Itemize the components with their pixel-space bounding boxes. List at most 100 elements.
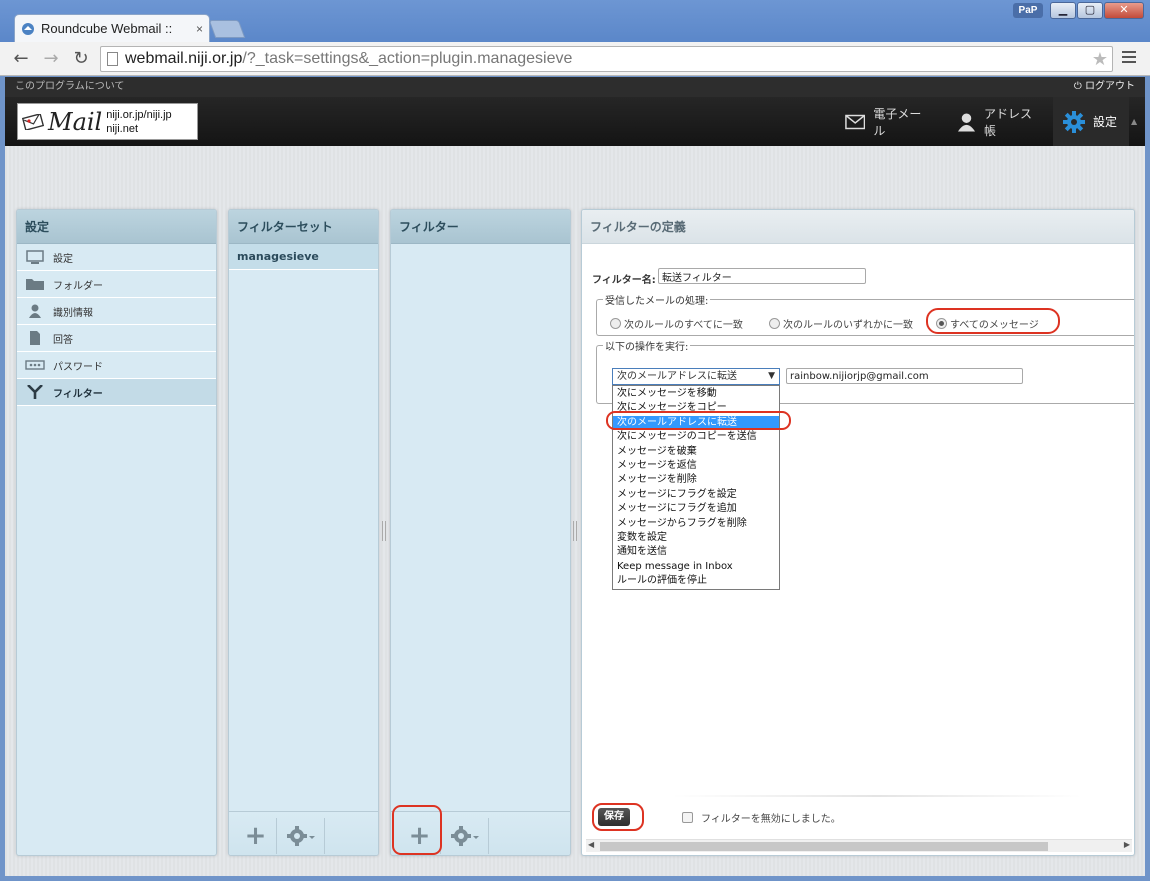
mail-icon <box>845 114 866 129</box>
annotation-ring-add-filter <box>392 805 442 855</box>
action-option[interactable]: メッセージを破棄 <box>613 445 779 459</box>
match-any-rule-option[interactable]: 次のルールのいずれかに一致 <box>769 316 913 331</box>
action-option[interactable]: 次にメッセージを移動 <box>613 387 779 401</box>
settings-item-label: フォルダー <box>53 280 103 292</box>
logo-domain-1: niji.or.jp/niji.jp <box>106 108 172 121</box>
add-filter-set-button[interactable]: + <box>235 818 277 854</box>
disable-filter-label: フィルターを無効にしました。 <box>701 814 841 825</box>
match-option-label: 次のルールのすべてに一致 <box>624 320 743 331</box>
browser-menu-icon[interactable] <box>1122 51 1136 66</box>
about-link[interactable]: このプログラムについて <box>15 77 124 97</box>
scroll-left-icon[interactable]: ◀ <box>588 840 594 849</box>
folder-icon <box>26 279 44 290</box>
filter-set-item[interactable]: managesieve <box>229 244 378 270</box>
close-window-button[interactable]: ✕ <box>1104 2 1144 19</box>
horizontal-scrollbar[interactable]: ◀ ▶ <box>586 839 1132 852</box>
scrollbar-thumb[interactable] <box>600 842 1048 851</box>
bookmark-star-icon[interactable]: ★ <box>1092 47 1108 71</box>
tab-close-icon[interactable]: × <box>196 22 203 36</box>
nav-mail-label: 電子メール <box>873 106 922 138</box>
logo-word: Mail <box>48 107 103 136</box>
form-footer-divider <box>672 795 1082 797</box>
browser-tab[interactable]: Roundcube Webmail :: × <box>14 14 210 42</box>
settings-item-filters[interactable]: フィルター <box>17 379 216 406</box>
radio-button[interactable] <box>769 318 780 329</box>
action-option[interactable]: 次にメッセージのコピーを送信 <box>613 430 779 444</box>
filter-set-actions-button[interactable] <box>277 818 325 854</box>
person-icon <box>29 304 41 318</box>
splitter-handle[interactable] <box>573 521 577 541</box>
filter-sets-panel: フィルターセット managesieve + <box>228 209 379 856</box>
filter-name-label: フィルター名: <box>592 275 656 286</box>
settings-item-label: 設定 <box>53 253 73 265</box>
settings-item-label: パスワード <box>53 361 103 373</box>
envelope-logo-icon <box>22 113 44 130</box>
match-all-rules-option[interactable]: 次のルールのすべてに一致 <box>610 316 743 331</box>
gear-icon <box>286 826 315 846</box>
forward-address-input[interactable] <box>786 368 1023 384</box>
action-option[interactable]: 通知を送信 <box>613 545 779 559</box>
filter-sets-footer: + <box>229 811 378 855</box>
power-icon: ⏻ <box>1073 81 1085 92</box>
password-icon <box>25 360 45 370</box>
main-area: 設定 設定 フォルダー 識別情報 回答 パスワード フィルター フィルターセット… <box>5 146 1145 876</box>
filters-title: フィルター <box>391 210 570 244</box>
action-option[interactable]: Keep message in Inbox <box>613 560 779 574</box>
back-arrow-icon[interactable]: ← <box>10 48 32 70</box>
settings-item-password[interactable]: パスワード <box>17 352 216 379</box>
gear-icon <box>450 826 479 846</box>
action-option[interactable]: 変数を設定 <box>613 531 779 545</box>
filter-actions-button[interactable] <box>441 818 489 854</box>
settings-item-label: フィルター <box>53 388 103 400</box>
annotation-ring-forward-option <box>606 411 791 430</box>
nav-mail[interactable]: 電子メール <box>835 97 939 146</box>
settings-item-preferences[interactable]: 設定 <box>17 244 216 271</box>
nav-addressbook[interactable]: アドレス帳 <box>947 97 1051 146</box>
page-icon <box>107 52 118 66</box>
action-option[interactable]: メッセージを削除 <box>613 473 779 487</box>
settings-panel: 設定 設定 フォルダー 識別情報 回答 パスワード フィルター <box>16 209 217 856</box>
filter-name-input[interactable] <box>658 268 866 284</box>
action-legend: 以下の操作を実行: <box>605 342 689 353</box>
address-bar[interactable]: webmail.niji.or.jp/?_task=settings&_acti… <box>100 46 1113 72</box>
settings-item-responses[interactable]: 回答 <box>17 325 216 352</box>
action-option[interactable]: メッセージにフラグを追加 <box>613 502 779 516</box>
radio-button[interactable] <box>610 318 621 329</box>
annotation-ring-all-messages <box>926 308 1060 334</box>
reload-icon[interactable]: ↻ <box>70 48 92 70</box>
logo-domains: niji.or.jp/niji.jp niji.net <box>106 108 171 136</box>
dropdown-arrow-icon: ▼ <box>768 371 775 381</box>
logout-label: ログアウト <box>1085 81 1135 92</box>
action-select[interactable]: 次のメールアドレスに転送 ▼ <box>612 368 780 385</box>
minimize-button[interactable]: ▁ <box>1050 2 1076 19</box>
action-option[interactable]: メッセージを返信 <box>613 459 779 473</box>
splitter-handle[interactable] <box>382 521 386 541</box>
nav-settings-label: 設定 <box>1093 115 1118 129</box>
collapse-header-icon[interactable]: ▲ <box>1131 117 1137 126</box>
maximize-button[interactable]: ▢ <box>1077 2 1103 19</box>
action-option[interactable]: メッセージにフラグを設定 <box>613 488 779 502</box>
action-select-value: 次のメールアドレスに転送 <box>617 371 737 382</box>
window-bottom-border <box>0 876 1150 881</box>
browser-toolbar: ← → ↻ webmail.niji.or.jp/?_task=settings… <box>0 42 1150 76</box>
scroll-right-icon[interactable]: ▶ <box>1124 840 1130 849</box>
settings-panel-title: 設定 <box>17 210 216 244</box>
checkbox[interactable] <box>682 812 693 823</box>
settings-item-folders[interactable]: フォルダー <box>17 271 216 298</box>
document-icon <box>30 331 40 345</box>
settings-item-identities[interactable]: 識別情報 <box>17 298 216 325</box>
filter-icon <box>27 385 43 399</box>
computer-icon <box>26 250 44 264</box>
nav-settings[interactable]: 設定 <box>1053 97 1129 146</box>
filter-definition-title: フィルターの定義 <box>582 210 1134 244</box>
action-option[interactable]: ルールの評価を停止 <box>613 574 779 588</box>
profile-badge[interactable]: PaP <box>1013 3 1043 18</box>
forward-arrow-icon[interactable]: → <box>40 48 62 70</box>
disable-filter-checkbox[interactable]: フィルターを無効にしました。 <box>682 810 841 825</box>
filter-definition-panel: フィルターの定義 フィルター名: 受信したメールの処理: 次のルールのすべてに一… <box>581 209 1135 856</box>
roundcube-favicon-icon <box>22 22 34 35</box>
nav-addressbook-label: アドレス帳 <box>984 106 1033 138</box>
logout-link[interactable]: ⏻ ログアウト <box>1074 77 1135 97</box>
action-option[interactable]: メッセージからフラグを削除 <box>613 517 779 531</box>
new-tab-button[interactable] <box>208 20 246 38</box>
